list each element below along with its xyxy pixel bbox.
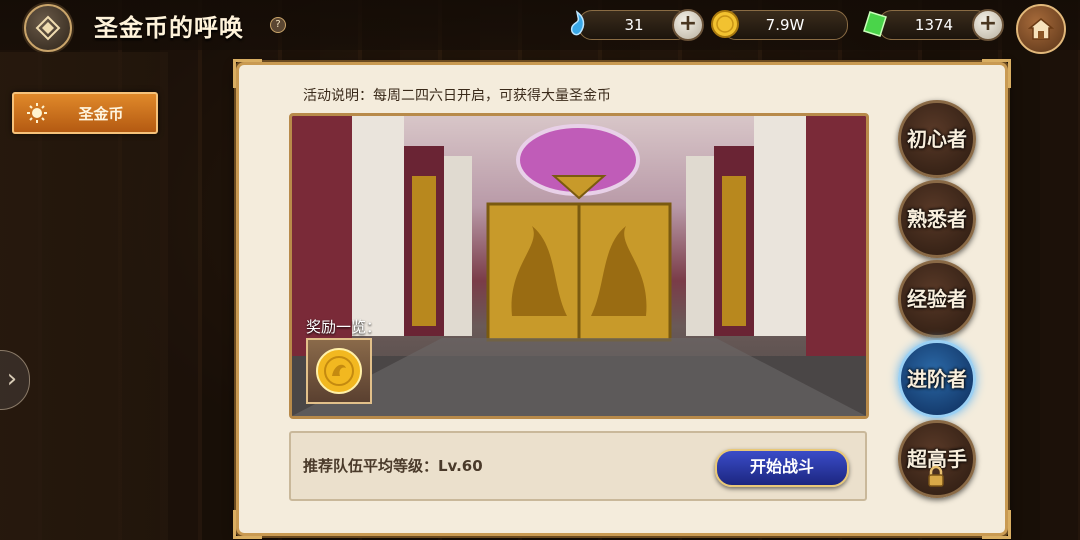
sidebar-item-holy-coin[interactable]: 圣金币 xyxy=(12,92,158,134)
battle-info-box: 推荐队伍平均等级：Lv.60 开始战斗 xyxy=(289,431,867,501)
recommended-level: 推荐队伍平均等级：Lv.60 xyxy=(303,457,483,475)
page-title: 圣金币的呼唤 xyxy=(94,14,244,42)
resource-value: 7.9W xyxy=(765,16,805,34)
difficulty-familiar[interactable]: 熟悉者 xyxy=(898,180,976,258)
add-crystal-button[interactable]: + xyxy=(672,9,704,41)
difficulty-label: 熟悉者 xyxy=(907,207,967,231)
resource-gold: 7.9W xyxy=(722,10,848,40)
activity-description: 活动说明：每周二四六日开启，可获得大量圣金币 xyxy=(303,88,611,104)
sun-icon xyxy=(27,103,47,123)
back-button[interactable] xyxy=(24,4,72,52)
panel-corner xyxy=(233,510,262,539)
lock-icon xyxy=(928,465,944,487)
panel-corner xyxy=(982,510,1011,539)
difficulty-label: 经验者 xyxy=(907,287,967,311)
sidebar: 圣金币 xyxy=(0,52,168,540)
crystal-icon xyxy=(570,10,585,36)
difficulty-experienced[interactable]: 经验者 xyxy=(898,260,976,338)
gold-coin-icon xyxy=(316,348,362,394)
golden-gate-scene xyxy=(292,116,866,416)
panel-corner xyxy=(982,59,1011,88)
stage-scene-image: 奖励一览： xyxy=(289,113,869,419)
add-gem-button[interactable]: + xyxy=(972,9,1004,41)
main-panel: 活动说明：每周二四六日开启，可获得大量圣金币 奖励一览： 推荐队伍平均等级：Lv… xyxy=(233,59,1011,539)
difficulty-beginner[interactable]: 初心者 xyxy=(898,100,976,178)
sidebar-item-label: 圣金币 xyxy=(78,105,124,123)
difficulty-expert-locked[interactable]: 超高手 xyxy=(898,420,976,498)
start-battle-button[interactable]: 开始战斗 xyxy=(715,449,849,487)
top-bar: 圣金币的呼唤 ? 31 + 7.9W 1374 + xyxy=(0,0,1080,54)
reward-label: 奖励一览： xyxy=(306,318,382,336)
reward-item-gold-coin[interactable] xyxy=(306,338,372,404)
help-icon[interactable]: ? xyxy=(270,17,286,33)
panel-corner xyxy=(233,59,262,88)
home-icon xyxy=(1028,18,1054,40)
green-gem-icon xyxy=(863,11,887,37)
difficulty-advanced[interactable]: 进阶者 xyxy=(898,340,976,418)
diamond-back-icon xyxy=(35,15,61,41)
gold-coin-icon xyxy=(711,10,739,38)
difficulty-label: 初心者 xyxy=(907,127,967,151)
home-button[interactable] xyxy=(1016,4,1066,54)
difficulty-label: 进阶者 xyxy=(907,367,967,391)
